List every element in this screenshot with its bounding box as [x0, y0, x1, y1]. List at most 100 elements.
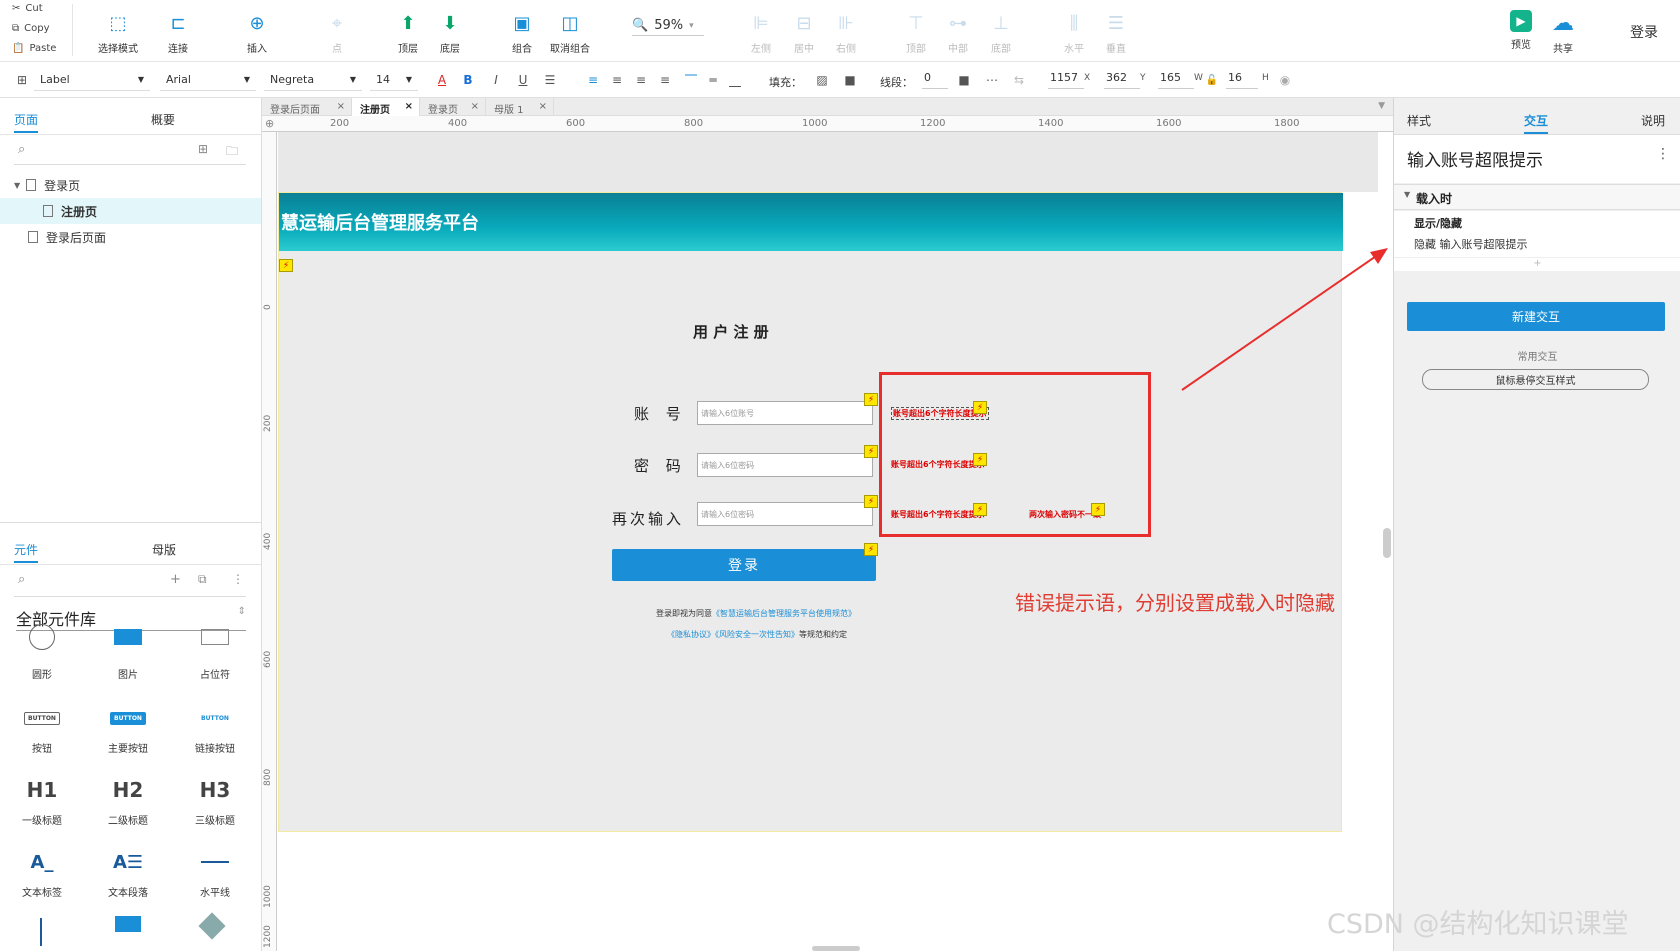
widget-button[interactable]: BUTTON 按钮 [2, 702, 82, 755]
interaction-flag-icon[interactable]: ⚡ [864, 445, 878, 458]
text-align-right-icon[interactable]: ≡ [632, 69, 650, 91]
bold-icon[interactable]: B [460, 69, 476, 91]
doc-tab[interactable]: 登录后页面 × [262, 98, 352, 116]
doc-tab[interactable]: 登录页 × [420, 98, 486, 116]
widget-image[interactable]: 图片 [88, 628, 168, 681]
close-icon[interactable]: × [337, 101, 345, 112]
add-action-icon[interactable]: + [1394, 257, 1680, 271]
horizontal-scrollbar[interactable] [812, 946, 860, 951]
visibility-eye-icon[interactable]: ◉ [1276, 69, 1294, 91]
bottom-layer-button[interactable]: ⬇ 底层 [420, 10, 480, 56]
arrow-style-icon[interactable]: ⇆ [1010, 69, 1028, 91]
text-align-center-icon[interactable]: ≡ [608, 69, 626, 91]
widget-horizontal-line[interactable]: 水平线 [175, 846, 255, 899]
style-select[interactable]: Label ▼ [34, 69, 150, 91]
paste-button[interactable]: 📋 Paste [12, 43, 56, 54]
font-size-select[interactable]: 14 ▼ [370, 69, 418, 91]
widget-primary-button[interactable]: BUTTON 主要按钮 [88, 702, 168, 755]
widget-text-label[interactable]: A_ 文本标签 [2, 846, 82, 900]
layers-icon[interactable] [198, 912, 226, 940]
interaction-flag-icon[interactable]: ⚡ [864, 543, 878, 556]
close-icon[interactable]: × [471, 101, 479, 112]
more-vertical-icon[interactable]: ⋮ [232, 572, 244, 586]
interaction-flag-icon[interactable]: ⚡ [864, 495, 878, 508]
italic-icon[interactable]: I [488, 69, 504, 91]
login-button[interactable]: 登录 [612, 549, 876, 581]
doc-tab[interactable]: 母版 1 × [486, 98, 554, 116]
zoom-select[interactable]: 🔍 59% ▾ [632, 16, 704, 36]
expand-caret-icon[interactable]: ▼ [1404, 190, 1410, 199]
share-button[interactable]: ☁ 共享 [1533, 10, 1593, 56]
close-icon[interactable]: × [405, 101, 413, 112]
page-item[interactable]: ▼ 登录页 [0, 172, 261, 198]
cut-button[interactable]: ✂ Cut [12, 3, 43, 14]
usage-policy-link[interactable]: 《智慧运输后台管理服务平台使用规范》 [712, 609, 856, 618]
line-style-icon[interactable]: ⋯ [984, 69, 1000, 91]
x-input[interactable]: 1157 [1048, 71, 1084, 89]
line-color-icon[interactable]: ■ [956, 69, 972, 91]
tab-interactions[interactable]: 交互 [1524, 112, 1549, 134]
new-interaction-button[interactable]: 新建交互 [1407, 302, 1665, 331]
tab-style[interactable]: 样式 [1407, 112, 1431, 129]
search-icon[interactable]: ⌕ [18, 142, 25, 157]
widget-h3[interactable]: H3 三级标题 [175, 774, 255, 827]
text-justify-icon[interactable]: ≡ [656, 69, 674, 91]
interaction-flag-icon[interactable]: ⚡ [864, 393, 878, 406]
align-bottom-button[interactable]: ⊥ 底部 [971, 10, 1031, 56]
tab-pages[interactable]: 页面 [14, 111, 39, 133]
password-input[interactable]: 请输入6位密码 [697, 453, 873, 477]
search-icon[interactable]: ⌕ [18, 572, 25, 587]
widget-circle[interactable]: 圆形 [2, 624, 82, 681]
widget-text-paragraph[interactable]: A☰ 文本段落 [88, 846, 168, 900]
more-vertical-icon[interactable]: ⋮ [1656, 146, 1670, 162]
chevron-down-icon[interactable]: ▼ [1378, 101, 1385, 111]
copy-button[interactable]: ⧉ Copy [12, 23, 50, 34]
vertical-scrollbar[interactable] [1383, 528, 1391, 558]
tab-notes[interactable]: 说明 [1641, 112, 1665, 129]
page-item[interactable]: 登录后页面 [0, 224, 261, 250]
widget-h1[interactable]: H1 一级标题 [2, 774, 82, 827]
distribute-v-button[interactable]: ☰ 垂直 [1086, 10, 1146, 56]
login-link[interactable]: 登录 [1630, 22, 1658, 42]
connect-button[interactable]: ⊏ 连接 [148, 10, 208, 56]
tab-widgets[interactable]: 元件 [14, 541, 39, 563]
hover-style-button[interactable]: 鼠标悬停交互样式 [1422, 369, 1649, 390]
close-icon[interactable]: × [539, 101, 547, 112]
line-width-input[interactable]: 0 [922, 71, 948, 89]
library-icon[interactable]: ⧉ [198, 572, 207, 587]
weight-select[interactable]: Negreta ▼ [264, 69, 362, 91]
fill-color-icon[interactable]: ■ [842, 69, 858, 91]
privacy-links[interactable]: 《隐私协议》《风险安全一次性告知》 [667, 630, 799, 639]
valign-middle-icon[interactable]: ═ [704, 69, 722, 91]
add-library-icon[interactable]: + [170, 572, 181, 587]
point-button[interactable]: ⌖ 点 [307, 10, 367, 56]
add-page-icon[interactable]: ⊞ [198, 142, 208, 156]
account-input[interactable]: 请输入6位账号 [697, 401, 873, 425]
w-input[interactable]: 165 [1158, 71, 1194, 89]
tab-outline[interactable]: 概要 [151, 111, 175, 128]
widget-placeholder[interactable]: 占位符 [175, 628, 255, 681]
valign-top-icon[interactable]: ⎺ [682, 69, 700, 91]
text-align-left-icon[interactable]: ≡ [584, 69, 602, 91]
widget-h2[interactable]: H2 二级标题 [88, 774, 168, 827]
ungroup-button[interactable]: ◫ 取消组合 [540, 10, 600, 56]
insert-button[interactable]: ⊕ 插入 [227, 10, 287, 56]
lock-ratio-icon[interactable]: 🔓 [1206, 69, 1218, 91]
hotspot-icon[interactable] [115, 916, 141, 932]
y-input[interactable]: 362 [1104, 71, 1140, 89]
valign-bottom-icon[interactable]: ⎽ [726, 69, 744, 91]
folder-icon[interactable]: 🗀 [226, 142, 238, 163]
font-select[interactable]: Arial ▼ [160, 69, 256, 91]
confirm-input[interactable]: 请输入6位密码 [697, 502, 873, 526]
align-right-button[interactable]: ⊪ 右侧 [816, 10, 876, 56]
fill-none-icon[interactable]: ▨ [814, 69, 830, 91]
page-item[interactable]: 注册页 [0, 198, 261, 224]
interaction-flag-icon[interactable]: ⚡ [279, 259, 293, 272]
h-input[interactable]: 16 [1226, 71, 1258, 89]
vertical-line-icon[interactable] [40, 918, 42, 946]
font-color-icon[interactable]: A [434, 69, 450, 91]
widget-link-button[interactable]: BUTTON 链接按钮 [175, 702, 255, 756]
bullet-list-icon[interactable]: ☰ [541, 69, 559, 91]
select-mode-button[interactable]: ⬚ 选择模式 [88, 10, 148, 56]
tab-masters[interactable]: 母版 [152, 541, 176, 558]
